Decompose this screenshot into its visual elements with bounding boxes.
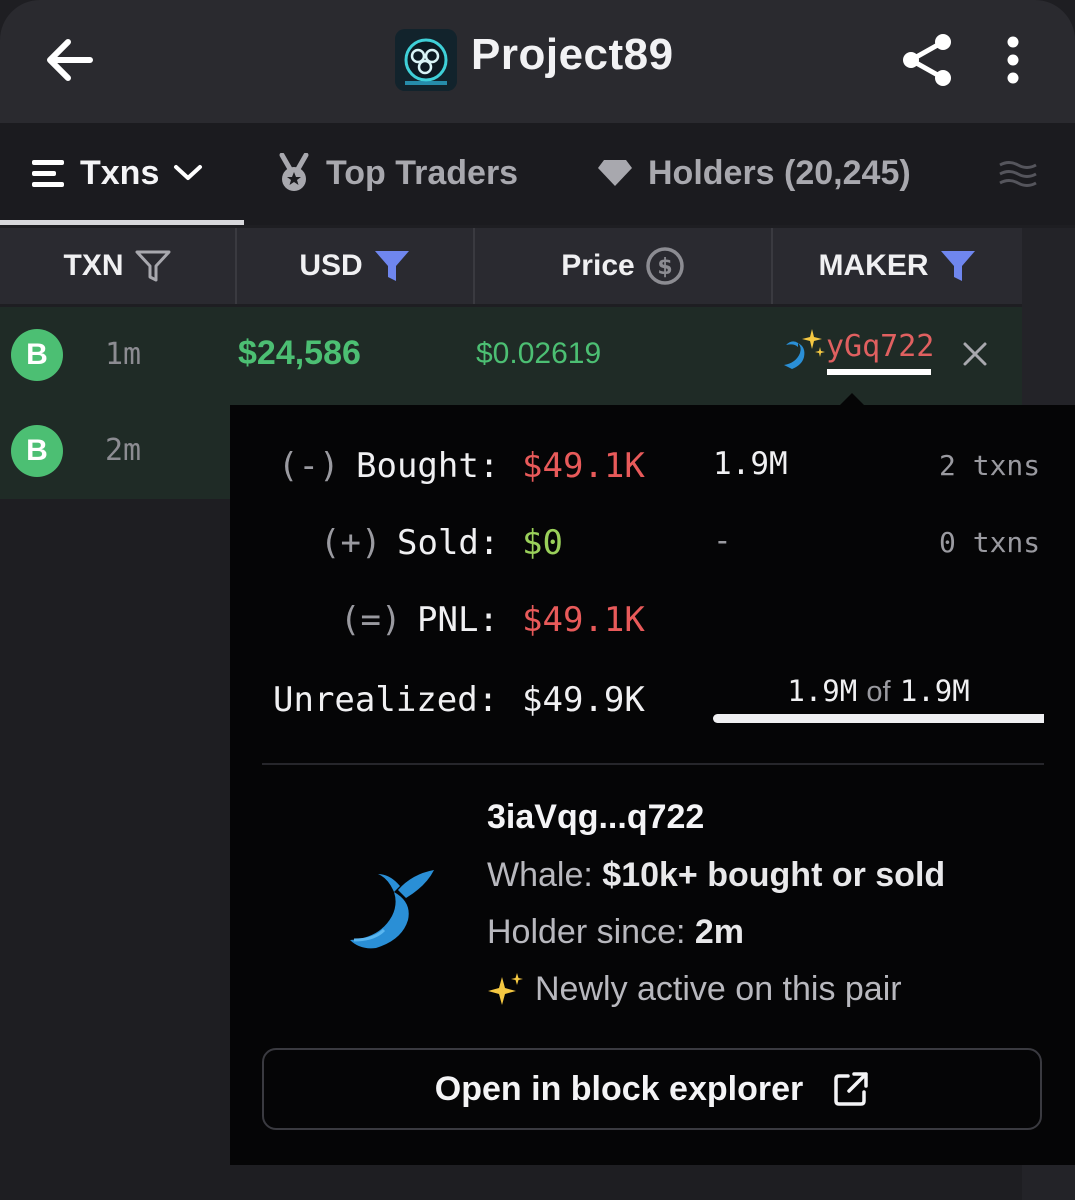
list-icon xyxy=(32,160,64,187)
dollar-circle-icon[interactable]: $ xyxy=(645,246,685,286)
token-logo-icon xyxy=(395,29,457,91)
column-maker[interactable]: MAKER xyxy=(773,228,1022,304)
liquidity-icon[interactable] xyxy=(998,159,1038,189)
table-row[interactable]: B 1m $24,586 $0.02619 yGq722 xyxy=(0,307,1022,403)
holder-since-label: Holder since: xyxy=(487,913,686,951)
active-tab-indicator xyxy=(0,220,244,225)
txn-age: 2m xyxy=(105,433,142,468)
bought-sign: (-) xyxy=(278,446,340,486)
close-icon[interactable] xyxy=(962,341,988,367)
external-link-icon xyxy=(834,1072,868,1106)
unrealized-usd: $49.9K xyxy=(522,680,645,720)
more-vertical-icon[interactable] xyxy=(995,33,1031,89)
whale-value: $10k+ bought or sold xyxy=(602,856,946,894)
open-block-explorer-button[interactable]: Open in block explorer xyxy=(262,1048,1042,1130)
column-usd[interactable]: USD xyxy=(237,228,475,304)
sold-sign: (+) xyxy=(320,523,382,563)
token-logo xyxy=(395,29,457,91)
maker-full-address: 3iaVqg...q722 xyxy=(487,798,705,836)
sold-amount: - xyxy=(713,523,732,559)
popup-divider xyxy=(262,763,1044,765)
whale-sparkle-icon xyxy=(784,329,825,369)
holding-total: 1.9M xyxy=(899,674,970,708)
txn-price: $0.02619 xyxy=(476,337,602,370)
table-header: TXN USD Price $ MAKER xyxy=(0,228,1022,304)
tab-top-traders[interactable]: Top Traders xyxy=(276,147,518,199)
svg-text:$: $ xyxy=(657,255,672,280)
tab-txns-label: Txns xyxy=(80,153,160,192)
holder-since-info: Holder since: 2m xyxy=(487,913,744,952)
top-bar: Project89 xyxy=(0,0,1075,123)
sold-label: Sold: xyxy=(397,523,500,563)
holding-progress-bar xyxy=(713,714,1044,723)
sold-txns: 0 txns xyxy=(939,526,1041,559)
column-price[interactable]: Price $ xyxy=(475,228,773,304)
buy-badge: B xyxy=(11,329,63,381)
page-title: Project89 xyxy=(471,30,674,79)
tab-txns[interactable]: Txns xyxy=(30,147,203,199)
tab-top-traders-label: Top Traders xyxy=(326,153,519,192)
arrow-left-icon[interactable] xyxy=(40,32,100,88)
bought-amount: 1.9M xyxy=(713,446,788,482)
sold-usd: $0 xyxy=(522,523,563,563)
filter-active-icon[interactable] xyxy=(939,249,977,283)
pnl-sign: (=) xyxy=(340,600,402,640)
column-txn-label: TXN xyxy=(63,249,124,282)
bought-label: Bought: xyxy=(356,446,500,486)
share-icon[interactable] xyxy=(898,30,956,90)
column-maker-label: MAKER xyxy=(818,249,929,282)
txn-usd: $24,586 xyxy=(238,334,361,372)
tab-holders[interactable]: Holders (20,245) xyxy=(596,147,911,199)
holding-amount: 1.9M of 1.9M xyxy=(713,674,1044,709)
column-price-label: Price xyxy=(561,249,635,282)
pnl-label: PNL: xyxy=(417,600,499,640)
column-txn[interactable]: TXN xyxy=(0,228,237,304)
sparkles-icon xyxy=(488,972,523,1005)
filter-active-icon[interactable] xyxy=(373,249,411,283)
whale-icon xyxy=(350,870,434,949)
buy-badge: B xyxy=(11,425,63,477)
column-usd-label: USD xyxy=(299,249,363,282)
holding-of: of xyxy=(866,676,891,708)
maker-address[interactable]: yGq722 xyxy=(826,329,934,364)
chevron-down-icon xyxy=(174,165,203,180)
whale-label: Whale: xyxy=(487,856,593,894)
maker-underline xyxy=(827,369,931,375)
filter-outline-icon[interactable] xyxy=(134,249,172,283)
unrealized-label: Unrealized: xyxy=(273,680,499,720)
tab-bar: Txns Top Traders Holders (20,245) xyxy=(0,123,1075,225)
diamond-icon xyxy=(598,160,632,186)
bought-usd: $49.1K xyxy=(522,446,645,486)
newly-active-info: Newly active on this pair xyxy=(487,970,902,1009)
medal-icon xyxy=(279,153,309,191)
newly-active-text: Newly active on this pair xyxy=(535,970,902,1008)
bought-txns: 2 txns xyxy=(939,449,1041,482)
holder-since-value: 2m xyxy=(694,913,745,951)
txn-age: 1m xyxy=(105,337,142,372)
open-block-explorer-label: Open in block explorer xyxy=(434,1069,804,1108)
holding-current: 1.9M xyxy=(787,674,858,708)
whale-info: Whale: $10k+ bought or sold xyxy=(487,856,945,895)
pnl-usd: $49.1K xyxy=(522,600,645,640)
tab-holders-label: Holders (20,245) xyxy=(648,153,911,192)
